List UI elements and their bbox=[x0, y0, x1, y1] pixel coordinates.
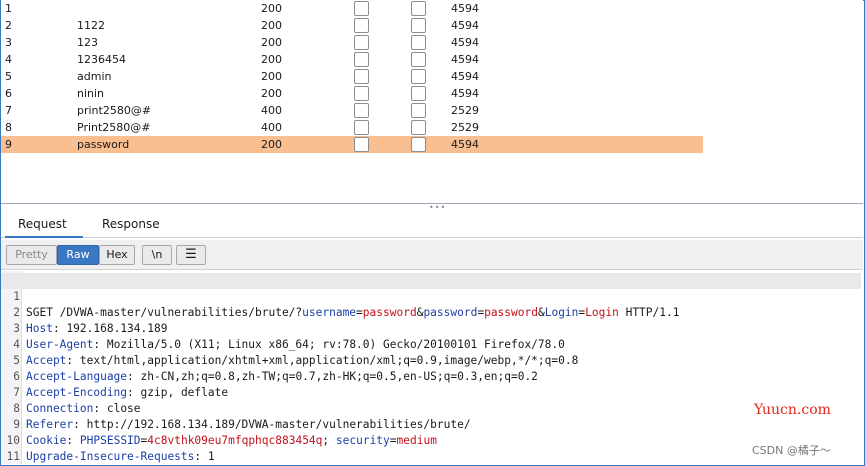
row-timeout-checkbox[interactable] bbox=[411, 52, 426, 67]
menu-icon[interactable]: ☰ bbox=[176, 245, 206, 265]
row-error-checkbox[interactable] bbox=[354, 18, 369, 33]
header-line: 8 Referer: http://192.168.134.189/DVWA-m… bbox=[1, 385, 861, 431]
row-payload: 123 bbox=[77, 36, 98, 49]
table-row[interactable]: 5 admin 200 4594 bbox=[1, 68, 703, 85]
row-timeout-checkbox[interactable] bbox=[411, 120, 426, 135]
show-newlines-button[interactable]: \n bbox=[142, 245, 172, 265]
tab-request[interactable]: Request bbox=[18, 217, 67, 231]
row-length: 4594 bbox=[451, 19, 479, 32]
row-payload: 1236454 bbox=[77, 53, 126, 66]
row-timeout-checkbox[interactable] bbox=[411, 35, 426, 50]
row-length: 2529 bbox=[451, 104, 479, 117]
table-row[interactable]: 6 ninin 200 4594 bbox=[1, 85, 703, 102]
row-error-checkbox[interactable] bbox=[354, 1, 369, 16]
row-number: 1 bbox=[5, 2, 12, 15]
row-status: 400 bbox=[261, 104, 282, 117]
header-line: 2 Host: 192.168.134.189 bbox=[1, 289, 861, 335]
row-error-checkbox[interactable] bbox=[354, 120, 369, 135]
row-number: 4 bbox=[5, 53, 12, 66]
row-status: 200 bbox=[261, 70, 282, 83]
row-status: 200 bbox=[261, 19, 282, 32]
row-timeout-checkbox[interactable] bbox=[411, 69, 426, 84]
row-number: 2 bbox=[5, 19, 12, 32]
row-length: 4594 bbox=[451, 2, 479, 15]
header-line: 6 Accept-Encoding: gzip, deflate bbox=[1, 353, 861, 399]
row-payload: password bbox=[77, 138, 130, 151]
row-status: 200 bbox=[261, 36, 282, 49]
hex-button[interactable]: Hex bbox=[99, 245, 135, 265]
row-timeout-checkbox[interactable] bbox=[411, 18, 426, 33]
row-payload: 1122 bbox=[77, 19, 105, 32]
row-length: 2529 bbox=[451, 121, 479, 134]
row-error-checkbox[interactable] bbox=[354, 137, 369, 152]
row-timeout-checkbox[interactable] bbox=[411, 86, 426, 101]
row-number: 6 bbox=[5, 87, 12, 100]
editor-toolbar: Pretty Raw Hex \n ☰ bbox=[1, 240, 863, 270]
intruder-results-table: 1 200 4594 2 1122 200 4594 3 123 200 459… bbox=[1, 0, 863, 204]
raw-button[interactable]: Raw bbox=[57, 245, 99, 265]
table-row[interactable]: 8 Print2580@# 400 2529 bbox=[1, 119, 703, 136]
table-row[interactable]: 7 print2580@# 400 2529 bbox=[1, 102, 703, 119]
request-line: 1 SGET /DVWA-master/vulnerabilities/brut… bbox=[1, 273, 861, 319]
row-error-checkbox[interactable] bbox=[354, 35, 369, 50]
row-status: 400 bbox=[261, 121, 282, 134]
row-error-checkbox[interactable] bbox=[354, 69, 369, 84]
table-row[interactable]: 3 123 200 4594 bbox=[1, 34, 703, 51]
row-payload: admin bbox=[77, 70, 112, 83]
message-tabs: Request Response bbox=[1, 212, 863, 238]
table-row[interactable]: 4 1236454 200 4594 bbox=[1, 51, 703, 68]
row-length: 4594 bbox=[451, 70, 479, 83]
row-timeout-checkbox[interactable] bbox=[411, 1, 426, 16]
active-tab-indicator bbox=[5, 236, 83, 238]
table-row[interactable]: 2 1122 200 4594 bbox=[1, 17, 703, 34]
raw-request-editor[interactable]: 1 SGET /DVWA-master/vulnerabilities/brut… bbox=[1, 271, 863, 464]
empty-line: 12 bbox=[1, 449, 861, 465]
header-line: 10 Upgrade-Insecure-Requests: 1 bbox=[1, 417, 861, 463]
row-number: 9 bbox=[5, 138, 12, 151]
row-number: 8 bbox=[5, 121, 12, 134]
header-line: 3 User-Agent: Mozilla/5.0 (X11; Linux x8… bbox=[1, 305, 861, 351]
cookie-line: 9 Cookie: PHPSESSID=4c8vthk09eu7mfqphqc8… bbox=[1, 401, 861, 447]
row-length: 4594 bbox=[451, 53, 479, 66]
row-error-checkbox[interactable] bbox=[354, 86, 369, 101]
row-timeout-checkbox[interactable] bbox=[411, 137, 426, 152]
header-line: 7 Connection: close bbox=[1, 369, 861, 415]
row-error-checkbox[interactable] bbox=[354, 103, 369, 118]
row-status: 200 bbox=[261, 87, 282, 100]
row-status: 200 bbox=[261, 53, 282, 66]
csdn-watermark: CSDN @橘子～ bbox=[752, 444, 831, 457]
yuucn-watermark: Yuucn.com bbox=[754, 402, 831, 418]
tab-response[interactable]: Response bbox=[102, 217, 160, 231]
row-number: 7 bbox=[5, 104, 12, 117]
row-status: 200 bbox=[261, 138, 282, 151]
row-payload: ninin bbox=[77, 87, 105, 100]
pane-splitter-handle[interactable]: ••• bbox=[429, 204, 446, 212]
row-payload: print2580@# bbox=[77, 104, 152, 117]
row-length: 4594 bbox=[451, 36, 479, 49]
row-payload: Print2580@# bbox=[77, 121, 151, 134]
row-number: 5 bbox=[5, 70, 12, 83]
header-line: 5 Accept-Language: zh-CN,zh;q=0.8,zh-TW;… bbox=[1, 337, 861, 383]
table-row[interactable]: 1 200 4594 bbox=[1, 0, 703, 17]
row-number: 3 bbox=[5, 36, 12, 49]
tabs-divider bbox=[1, 237, 863, 238]
header-line: 4 Accept: text/html,application/xhtml+xm… bbox=[1, 321, 861, 367]
row-status: 200 bbox=[261, 2, 282, 15]
row-timeout-checkbox[interactable] bbox=[411, 103, 426, 118]
empty-line: 11 bbox=[1, 433, 861, 463]
row-length: 4594 bbox=[451, 87, 479, 100]
pretty-button[interactable]: Pretty bbox=[6, 245, 57, 265]
row-length: 4594 bbox=[451, 138, 479, 151]
table-row-selected[interactable]: 9 password 200 4594 bbox=[1, 136, 703, 153]
row-error-checkbox[interactable] bbox=[354, 52, 369, 67]
